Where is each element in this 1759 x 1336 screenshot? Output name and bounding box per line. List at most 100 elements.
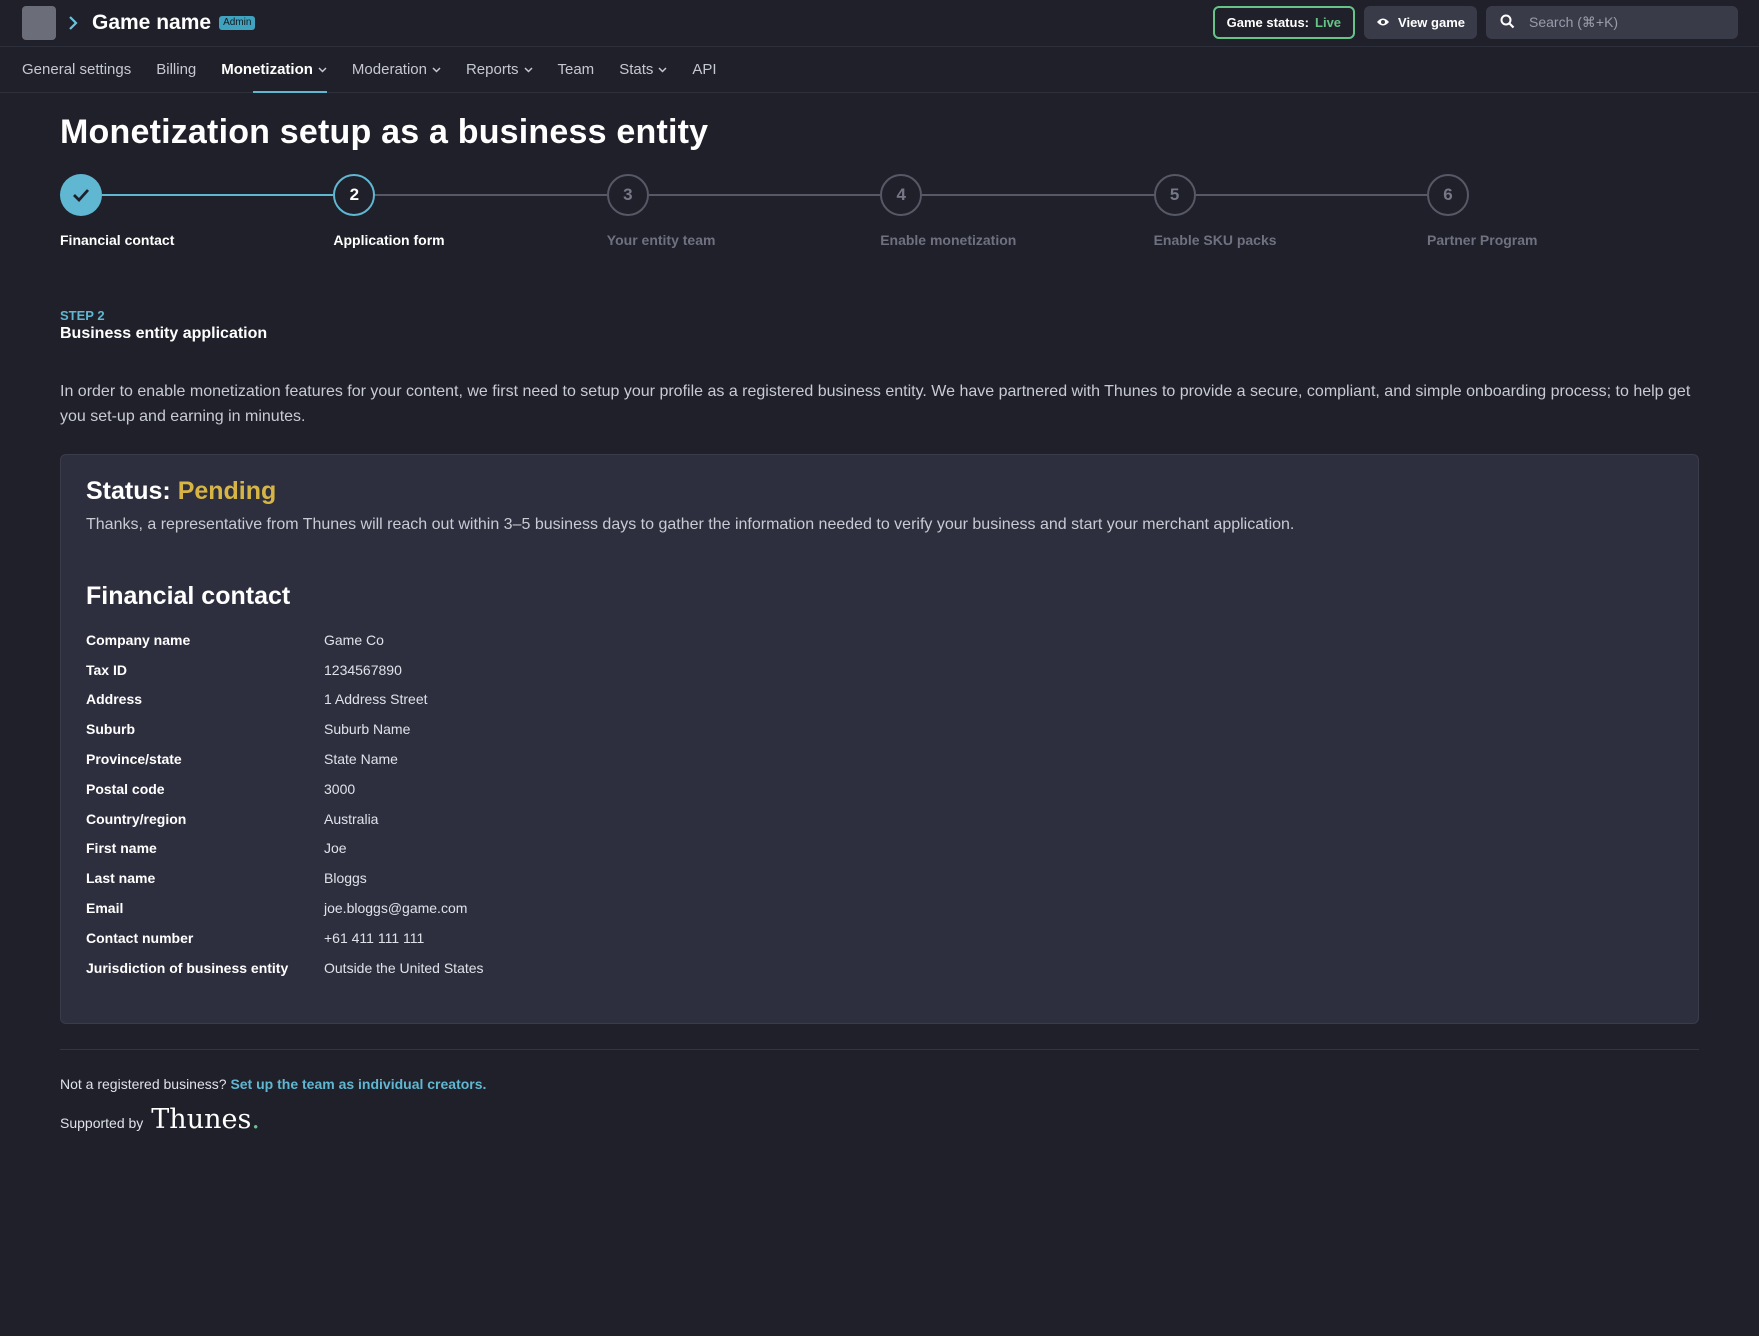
nav-tabs: General settings Billing Monetization Moder… — [0, 47, 1759, 93]
role-badge: Admin — [219, 16, 256, 30]
field-value: 3000 — [324, 780, 356, 797]
status-heading: Status: Pending — [86, 477, 1673, 506]
status-label: Status: — [86, 477, 171, 505]
field-label: Contact number — [86, 929, 194, 946]
tab-team[interactable]: Team — [558, 47, 595, 92]
page-title: Monetization setup as a business entity — [60, 113, 709, 151]
field-label: Email — [86, 900, 124, 917]
field-label: Last name — [86, 870, 156, 887]
chevron-down-icon — [432, 65, 441, 76]
field-value: Bloggs — [324, 870, 367, 887]
table-row: Tax ID 1234567890 — [86, 655, 1673, 685]
field-value: Joe — [324, 840, 347, 857]
tab-label: Moderation — [351, 61, 427, 78]
step-label: Application form — [333, 232, 445, 248]
game-status-value: Live — [1315, 15, 1342, 30]
field-value: Game Co — [324, 631, 384, 648]
tab-label: Stats — [619, 61, 654, 78]
game-thumbnail[interactable] — [22, 6, 56, 40]
game-name[interactable]: Game name — [92, 11, 211, 35]
not-registered-text: Not a registered business? — [60, 1075, 227, 1092]
tab-label: Team — [557, 61, 595, 78]
step-5[interactable]: 5 Enable SKU packs — [1153, 174, 1394, 248]
field-label: Address — [86, 691, 143, 708]
tab-reports[interactable]: Reports — [466, 47, 533, 92]
field-value: joe.bloggs@game.com — [324, 900, 468, 917]
table-row: Contact number +61 411 111 111 — [86, 923, 1673, 953]
main-content: Monetization setup as a business entity … — [0, 113, 1759, 1135]
step-number: 6 — [1427, 174, 1469, 216]
step-label: Your entity team — [606, 232, 716, 248]
chevron-down-icon — [523, 65, 533, 76]
step-title: Business entity application — [60, 325, 268, 342]
field-label: Province/state — [86, 751, 182, 768]
view-game-button[interactable]: View game — [1364, 6, 1477, 39]
table-row: Postal code 3000 — [86, 774, 1673, 804]
table-row: Company name Game Co — [86, 625, 1673, 655]
chevron-right-icon — [68, 16, 78, 30]
tab-general-settings[interactable]: General settings — [22, 47, 131, 92]
step-number: 5 — [1153, 174, 1196, 216]
step-number: 2 — [333, 174, 376, 216]
tab-label: General settings — [22, 61, 132, 78]
tab-label: Reports — [465, 61, 519, 78]
step-1[interactable]: Financial contact — [60, 174, 300, 248]
step-3[interactable]: 3 Your entity team — [606, 174, 847, 248]
progress-stepper: Financial contact 2 Application form 3 Your … — [60, 174, 1537, 264]
supported-by-label: Supported by — [60, 1114, 144, 1131]
tab-stats[interactable]: Stats — [619, 47, 667, 92]
table-row: Province/state State Name — [86, 744, 1673, 774]
game-status-label: Game status: — [1226, 15, 1310, 30]
search-icon — [1500, 14, 1515, 32]
intro-text: In order to enable monetization features… — [60, 383, 1691, 425]
step-tag: STEP 2 — [60, 308, 105, 323]
field-value: Outside the United States — [324, 959, 484, 976]
field-label: Jurisdiction of business entity — [86, 959, 289, 976]
field-value: 1 Address Street — [324, 691, 428, 708]
search-placeholder: Search (⌘+K) — [1529, 14, 1619, 30]
step-6[interactable]: 6 Partner Program — [1427, 174, 1667, 248]
top-bar: Game name Admin Game status: Live View g… — [0, 0, 1759, 47]
step-2[interactable]: 2 Application form — [333, 174, 573, 248]
thunes-logo: Thunes. — [151, 1103, 260, 1135]
field-value: State Name — [324, 751, 398, 768]
step-number: 3 — [606, 174, 649, 216]
field-value: Suburb Name — [324, 721, 411, 738]
table-row: Suburb Suburb Name — [86, 714, 1673, 744]
tab-moderation[interactable]: Moderation — [352, 47, 441, 92]
field-label: Company name — [86, 631, 191, 648]
table-row: Country/region Australia — [86, 804, 1673, 834]
field-label: Postal code — [86, 780, 165, 797]
search-input[interactable]: Search (⌘+K) — [1486, 6, 1738, 39]
table-row: Jurisdiction of business entity Outside t… — [86, 953, 1673, 983]
step-4[interactable]: 4 Enable monetization — [880, 174, 1120, 248]
tab-label: API — [692, 61, 717, 78]
tab-monetization[interactable]: Monetization — [221, 47, 327, 93]
view-game-label: View game — [1398, 15, 1465, 30]
divider — [60, 1048, 1699, 1050]
table-row: Address 1 Address Street — [86, 685, 1673, 715]
eye-icon — [1376, 15, 1390, 30]
field-label: Suburb — [86, 721, 135, 738]
game-status-button[interactable]: Game status: Live — [1212, 6, 1356, 39]
tab-label: Billing — [156, 61, 197, 78]
table-row: Last name Bloggs — [86, 863, 1673, 893]
check-icon — [60, 174, 102, 216]
tab-label: Monetization — [221, 61, 313, 78]
tab-api[interactable]: API — [692, 47, 716, 92]
step-number: 4 — [880, 174, 923, 216]
footer-note: Not a registered business? Set up the te… — [60, 1076, 1699, 1092]
individual-creators-link[interactable]: Set up the team as individual creators. — [230, 1076, 486, 1092]
step-label: Financial contact — [60, 232, 175, 248]
field-label: First name — [86, 840, 157, 857]
chevron-down-icon — [318, 65, 327, 76]
field-value: 1234567890 — [324, 661, 402, 678]
field-value: +61 411 111 111 — [324, 929, 425, 946]
field-label: Tax ID — [86, 661, 127, 678]
chevron-down-icon — [658, 65, 667, 76]
tab-billing[interactable]: Billing — [156, 47, 196, 92]
financial-contact-table: Company name Game Co Tax ID 1234567890 Addre… — [86, 625, 1673, 983]
field-label: Country/region — [86, 810, 187, 827]
field-value: Australia — [324, 810, 379, 827]
status-message: Thanks, a representative from Thunes wil… — [86, 516, 1295, 533]
